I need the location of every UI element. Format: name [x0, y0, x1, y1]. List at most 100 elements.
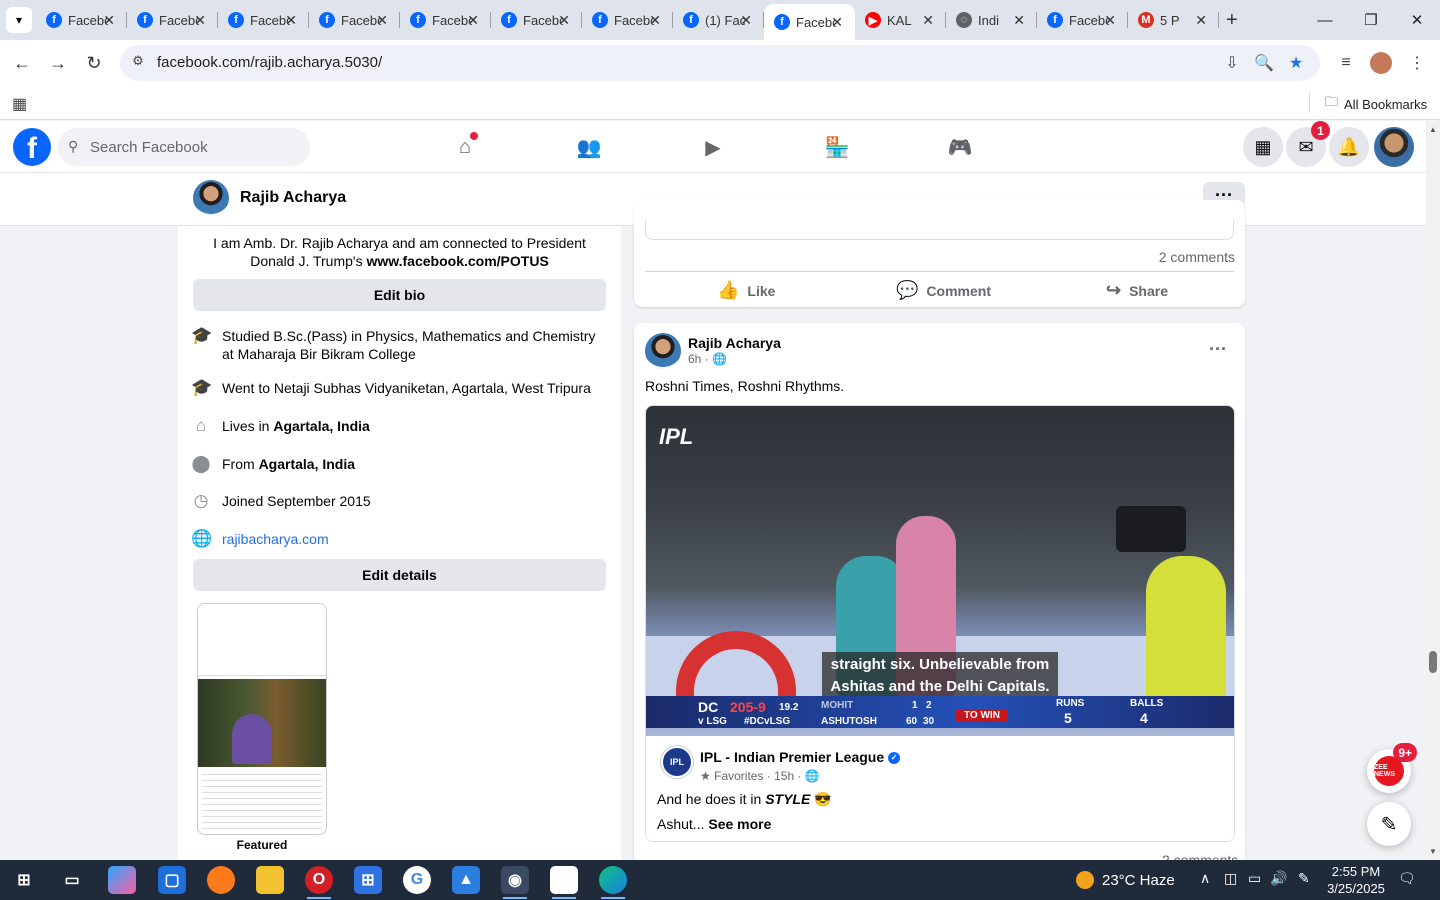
close-tab-icon[interactable]: ✕ [1195, 12, 1207, 29]
post-author-name[interactable]: Rajib Acharya [688, 335, 781, 351]
windows-start-icon[interactable]: ⊞ [10, 866, 38, 894]
close-tab-icon[interactable]: ✕ [740, 12, 752, 29]
address-bar[interactable]: ⚙ facebook.com/rajib.acharya.5030/ [120, 45, 1320, 81]
bookmark-star-icon[interactable]: ★ [1285, 52, 1307, 74]
browser-menu-icon[interactable]: ⋮ [1406, 52, 1428, 74]
edit-bio-button[interactable]: Edit bio [193, 279, 606, 311]
close-tab-icon[interactable]: ✕ [649, 12, 661, 29]
notepad-icon[interactable] [550, 866, 578, 899]
close-window-button[interactable]: ✕ [1394, 0, 1440, 40]
site-info-icon[interactable]: ⚙ [128, 53, 148, 73]
install-app-icon[interactable]: ⇩ [1221, 52, 1243, 74]
tab-search-button[interactable]: ▾ [6, 7, 32, 33]
zee-news-chat-head[interactable]: ZEE NEWS 9+ [1367, 743, 1417, 793]
edit-details-button[interactable]: Edit details [193, 559, 606, 591]
browser-profile-avatar[interactable] [1370, 52, 1392, 74]
account-avatar[interactable] [1374, 127, 1414, 167]
close-tab-icon[interactable]: ✕ [194, 12, 206, 29]
close-tab-icon[interactable]: ✕ [376, 12, 388, 29]
close-tab-icon[interactable]: ✕ [1013, 12, 1025, 29]
browser-tab[interactable]: f Facebook✕ [127, 0, 218, 40]
notification-center-icon[interactable]: 🗨 [1398, 870, 1416, 887]
browser-tab[interactable]: f Facebook✕ [218, 0, 309, 40]
browser-tab[interactable]: ▶ KAL ✕ [855, 0, 946, 40]
ipl-page-avatar[interactable]: IPL [661, 746, 693, 778]
maximize-button[interactable]: ❐ [1348, 0, 1394, 40]
notifications-bell-icon[interactable]: 🔔 [1329, 127, 1369, 167]
browser-tab[interactable]: f Facebook✕ [582, 0, 673, 40]
app-icon[interactable]: ◉ [501, 866, 529, 899]
nav-friends-icon[interactable]: 👥 [574, 132, 604, 162]
chrome-edge-icon[interactable] [599, 866, 627, 899]
forward-button[interactable]: → [45, 50, 71, 76]
profile-avatar[interactable] [193, 180, 229, 216]
profile-name[interactable]: Rajib Acharya [240, 189, 346, 207]
shared-post[interactable]: IPL straight six. Unbelievable from Ashi… [645, 405, 1235, 842]
website-link[interactable]: rajibacharya.com [222, 530, 329, 548]
scroll-up-arrow-icon[interactable]: ▲ [1429, 125, 1437, 134]
pen-icon[interactable]: ✎ [1298, 870, 1310, 887]
browser-tab[interactable]: M 5 P ✕ [1128, 0, 1219, 40]
browser-tab[interactable]: ◌ Indi ✕ [946, 0, 1037, 40]
apps-grid-icon[interactable]: ▦ [12, 94, 27, 114]
close-tab-icon[interactable]: ✕ [467, 12, 479, 29]
zoom-icon[interactable]: 🔍 [1253, 52, 1275, 74]
scroll-down-arrow-icon[interactable]: ▼ [1429, 847, 1437, 856]
photos-icon[interactable]: ▲ [452, 866, 480, 894]
post-options-button[interactable]: ··· [1209, 339, 1227, 360]
close-tab-icon[interactable]: ✕ [285, 12, 297, 29]
browser-tab[interactable]: f Facebook✕ [1037, 0, 1128, 40]
scroll-thumb[interactable] [1429, 651, 1437, 673]
nav-home-icon[interactable]: ⌂ [450, 132, 480, 162]
firefox-icon[interactable] [207, 866, 235, 894]
close-tab-icon[interactable]: ✕ [558, 12, 570, 29]
file-explorer-icon[interactable] [256, 866, 284, 894]
volume-icon[interactable]: 🔊 [1270, 870, 1287, 887]
featured-item[interactable] [197, 603, 327, 835]
shared-author-name[interactable]: IPL - Indian Premier League ✓ [700, 749, 901, 765]
copilot-icon[interactable] [108, 866, 136, 894]
show-hidden-icons-icon[interactable]: ∧ [1200, 870, 1210, 887]
system-clock[interactable]: 2:55 PM 3/25/2025 [1326, 863, 1386, 897]
nav-video-icon[interactable]: ▶ [698, 132, 728, 162]
media-control-icon[interactable]: ≡ [1335, 52, 1357, 74]
nav-marketplace-icon[interactable]: 🏪 [822, 132, 852, 162]
opera-icon[interactable]: O [305, 866, 333, 899]
close-tab-icon[interactable]: ✕ [922, 12, 934, 29]
nav-gaming-icon[interactable]: 🎮 [945, 132, 975, 162]
comment-button[interactable]: 💬 Comment [896, 280, 991, 301]
close-tab-icon[interactable]: ✕ [831, 14, 843, 31]
video-player[interactable]: IPL straight six. Unbelievable from Ashi… [646, 406, 1234, 736]
browser-tab[interactable]: f Facebook✕ [400, 0, 491, 40]
tray-app-icon[interactable]: ◫ [1224, 870, 1237, 887]
edge-app-icon[interactable]: ▢ [158, 866, 186, 894]
back-button[interactable]: ← [9, 50, 35, 76]
share-button[interactable]: ↪ Share [1106, 280, 1168, 301]
search-input[interactable]: ⚲ Search Facebook [58, 128, 310, 166]
browser-tab[interactable]: f Facebook✕ [36, 0, 127, 40]
microsoft-store-icon[interactable]: ⊞ [354, 866, 382, 894]
messenger-button[interactable]: ✉ 1 [1286, 121, 1330, 167]
reload-button[interactable]: ↻ [81, 50, 107, 76]
browser-tab[interactable]: f Facebook✕ [764, 4, 855, 40]
google-icon[interactable]: G [403, 866, 431, 894]
new-tab-button[interactable]: + [1226, 9, 1238, 32]
minimize-button[interactable]: — [1302, 0, 1348, 40]
close-tab-icon[interactable]: ✕ [1104, 12, 1116, 29]
close-tab-icon[interactable]: ✕ [103, 12, 115, 29]
menu-grid-icon[interactable]: ▦ [1243, 127, 1283, 167]
all-bookmarks-button[interactable]: 🗀 All Bookmarks [1325, 93, 1427, 115]
bio-link[interactable]: www.facebook.com/POTUS [366, 253, 548, 269]
task-view-icon[interactable]: ▭ [58, 866, 86, 894]
facebook-logo-icon[interactable]: f [13, 128, 51, 166]
browser-tab[interactable]: f Facebook✕ [309, 0, 400, 40]
network-icon[interactable]: ▭ [1248, 870, 1261, 887]
page-scrollbar[interactable]: ▲ ▼ [1426, 121, 1440, 860]
comments-count[interactable]: 2 comments [1159, 249, 1235, 265]
post-author-avatar[interactable] [645, 333, 681, 369]
browser-tab[interactable]: f Facebook✕ [491, 0, 582, 40]
weather-widget[interactable]: 23°C Haze [1076, 871, 1175, 889]
like-button[interactable]: 👍 Like [717, 280, 775, 301]
browser-tab[interactable]: f (1) Facebook✕ [673, 0, 764, 40]
see-more-link[interactable]: See more [708, 816, 771, 832]
